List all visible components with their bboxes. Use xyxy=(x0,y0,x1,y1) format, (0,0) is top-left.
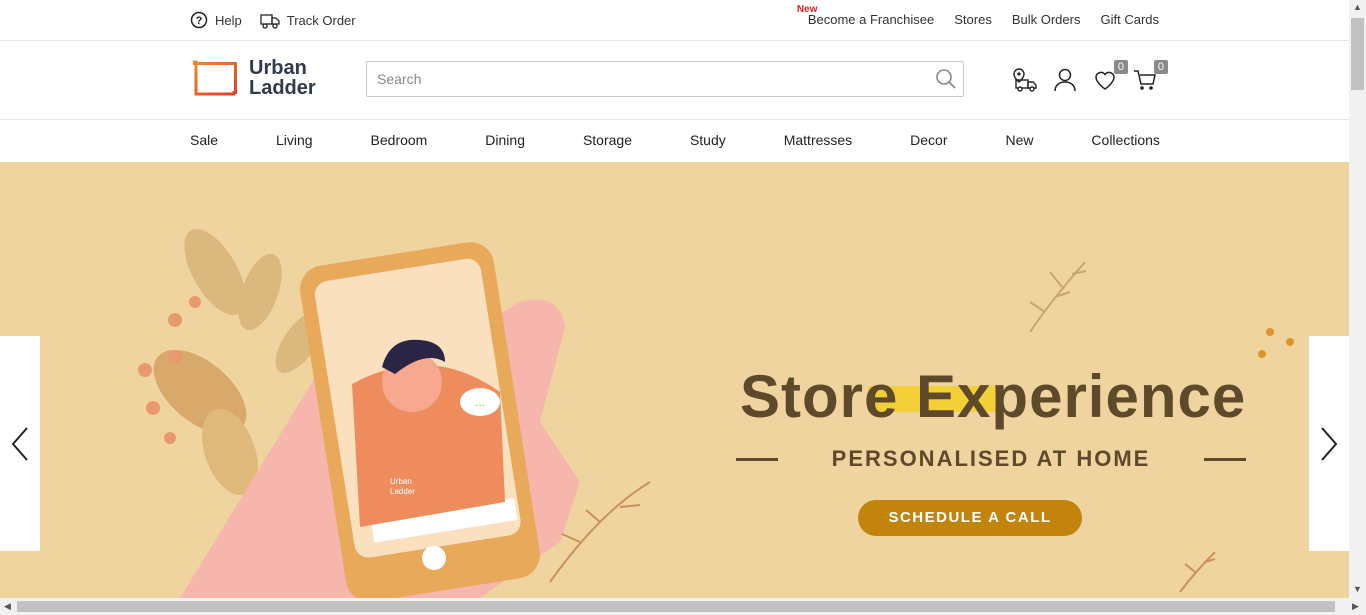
leaf-sprig-right xyxy=(1029,261,1087,333)
help-icon: ? xyxy=(190,11,208,29)
cart-count-badge: 0 xyxy=(1153,60,1168,74)
wishlist-button[interactable]: 0 xyxy=(1092,60,1128,93)
carousel-next-button[interactable] xyxy=(1309,336,1349,551)
logo-mark-icon xyxy=(193,60,237,96)
gift-cards-link[interactable]: Gift Cards xyxy=(1100,12,1159,27)
scroll-left-icon[interactable]: ◀ xyxy=(4,601,11,612)
chevron-left-icon xyxy=(11,426,28,461)
scroll-right-icon[interactable]: ▶ xyxy=(1352,601,1359,612)
bulk-orders-link[interactable]: Bulk Orders xyxy=(1012,12,1081,27)
help-link[interactable]: ? Help xyxy=(190,10,242,30)
carousel-prev-button[interactable] xyxy=(0,336,40,551)
scroll-down-icon[interactable]: ▼ xyxy=(1353,584,1362,594)
subtitle-rule-right xyxy=(1204,457,1246,461)
track-order-link[interactable]: Track Order xyxy=(260,10,356,30)
subtitle-rule-left xyxy=(736,457,778,461)
nav-item-new[interactable]: New xyxy=(1005,132,1033,148)
nav-item-dining[interactable]: Dining xyxy=(485,132,525,148)
nav-item-decor[interactable]: Decor xyxy=(910,132,947,148)
track-order-label: Track Order xyxy=(286,12,356,28)
nav-item-mattresses[interactable]: Mattresses xyxy=(784,132,852,148)
hero-banner[interactable]: ... Urban Ladder Store Experience PERSON… xyxy=(0,162,1349,598)
search-box xyxy=(366,61,964,97)
franchise-link[interactable]: New Become a Franchisee xyxy=(797,4,935,27)
branch-bottom xyxy=(549,481,1216,593)
stores-link[interactable]: Stores xyxy=(954,12,992,27)
user-icon xyxy=(1054,68,1076,92)
logo[interactable]: Urban Ladder xyxy=(191,58,316,98)
account-button[interactable] xyxy=(1052,67,1078,93)
cart-button[interactable]: 0 xyxy=(1132,60,1168,93)
horizontal-scroll-thumb[interactable] xyxy=(17,601,1335,612)
svg-text:?: ? xyxy=(196,15,203,27)
berries-right xyxy=(1258,328,1294,358)
hero-subtitle-row: PERSONALISED AT HOME xyxy=(736,446,1246,472)
help-label: Help xyxy=(215,12,242,28)
search-input[interactable] xyxy=(367,62,947,96)
phone-brand-line1: Urban xyxy=(390,477,412,486)
page: ? Help Track Order New Become a Franchise… xyxy=(0,0,1349,598)
nav-item-study[interactable]: Study xyxy=(690,132,726,148)
top-bar: ? Help Track Order New Become a Franchise… xyxy=(0,0,1349,41)
logo-text-line2: Ladder xyxy=(249,77,316,99)
wishlist-count-badge: 0 xyxy=(1113,60,1128,74)
search-icon xyxy=(936,69,956,89)
franchise-label: Become a Franchisee xyxy=(807,12,935,27)
scroll-up-icon[interactable]: ▲ xyxy=(1353,2,1362,12)
schedule-call-button[interactable]: SCHEDULE A CALL xyxy=(858,500,1082,536)
phone-brand-line2: Ladder xyxy=(390,487,415,496)
delivery-truck-icon xyxy=(260,14,280,29)
hero-title: Store Experience xyxy=(740,363,1247,430)
chat-bubble-text: ... xyxy=(475,395,485,409)
logo-text-line1: Urban xyxy=(249,57,307,79)
store-locator-button[interactable] xyxy=(1012,67,1038,93)
vertical-scrollbar[interactable]: ▲ ▼ xyxy=(1349,0,1366,598)
nav-item-living[interactable]: Living xyxy=(276,132,313,148)
new-badge: New xyxy=(796,4,818,15)
nav-item-sale[interactable]: Sale xyxy=(190,132,218,148)
nav-item-bedroom[interactable]: Bedroom xyxy=(371,132,428,148)
nav-item-storage[interactable]: Storage xyxy=(583,132,632,148)
nav-item-collections[interactable]: Collections xyxy=(1091,132,1159,148)
header: Urban Ladder 0 0 xyxy=(0,41,1349,120)
vertical-scroll-thumb[interactable] xyxy=(1351,18,1364,90)
main-nav: Sale Living Bedroom Dining Storage Study… xyxy=(0,120,1349,162)
hero-subtitle: PERSONALISED AT HOME xyxy=(831,446,1151,471)
horizontal-scrollbar[interactable]: ◀ ▶ xyxy=(0,598,1366,615)
search-button[interactable] xyxy=(935,68,957,95)
chevron-right-icon xyxy=(1321,426,1338,461)
location-truck-icon xyxy=(1013,68,1037,92)
